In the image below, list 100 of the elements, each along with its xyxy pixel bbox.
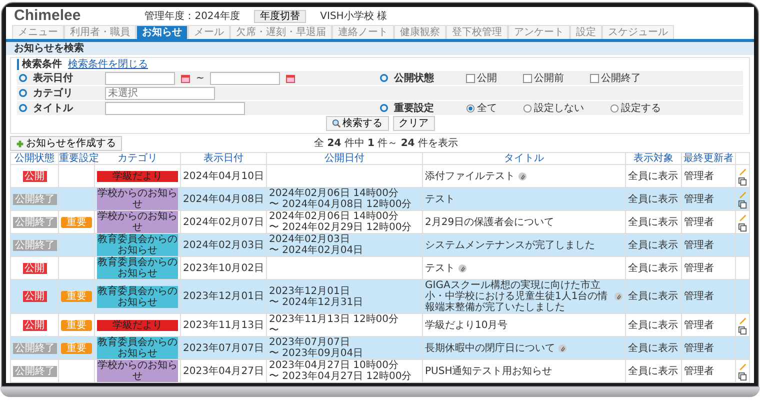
option-label: 設定しない <box>534 102 584 114</box>
year-switch-button[interactable]: 年度切替 <box>254 10 306 22</box>
nav-tab[interactable]: アンケート <box>508 25 570 39</box>
fiscal-year: 管理年度：2024年度 <box>144 10 240 22</box>
page-title: お知らせを検索 <box>6 42 754 55</box>
category-tag: 学校からのお知らせ <box>97 360 178 382</box>
category-tag: 教育委員会からのお知らせ <box>97 234 178 256</box>
notice-title: テスト <box>425 194 455 204</box>
updater: 管理者 <box>684 194 714 204</box>
status-badge: 公開 <box>22 291 46 302</box>
status-badge: 公開終了 <box>13 216 57 228</box>
field-label: 公開状態 <box>394 72 435 84</box>
target-audience: 全員に表示 <box>628 291 678 302</box>
nav-tab[interactable]: メール <box>188 25 230 39</box>
target-audience: 全員に表示 <box>628 170 678 182</box>
option-label: 設定する <box>621 102 661 114</box>
target-audience: 全員に表示 <box>628 342 678 354</box>
nav-tab[interactable]: 健康観察 <box>394 25 446 39</box>
collapse-link[interactable]: 検索条件を閉じる <box>68 59 148 70</box>
updater: 管理者 <box>684 342 714 354</box>
status-badge: 公開 <box>22 262 46 274</box>
target-audience: 全員に表示 <box>628 216 678 228</box>
status-badge: 公開終了 <box>13 366 57 376</box>
target-audience: 全員に表示 <box>628 262 678 274</box>
display-date: 2023年12月01日 <box>183 291 264 302</box>
publish-period: 2024年02月06日 14時00分 <box>269 211 400 222</box>
notice-title: GIGAスクール構想の実現に向けた市立小・中学校における児童生徒1人1台の情報端末整備が完了いたしました <box>425 280 609 313</box>
nav-tab[interactable]: 登下校管理 <box>446 25 508 39</box>
result-count: 全 24 件中 1 件～ 24 件を表示 <box>313 138 459 149</box>
range-separator: ~ <box>196 72 204 84</box>
target-audience: 全員に表示 <box>628 240 678 250</box>
field-label: 表示日付 <box>33 72 74 84</box>
publish-period: 2023年07月07日 <box>269 337 351 348</box>
nav-tab[interactable]: お知らせ <box>136 25 188 39</box>
publish-period: 2023年11月13日 12時00分 <box>269 314 400 325</box>
category-tag: 学校からのお知らせ <box>97 188 178 210</box>
field-label: タイトル <box>33 102 74 114</box>
publish-period: 〜 2024年02月04日 <box>269 245 364 256</box>
updater: 管理者 <box>684 320 714 330</box>
notice-title: 2月29日の保護者会について <box>425 216 554 228</box>
display-date: 2024年02月07日 <box>183 216 264 228</box>
logo: Chimelee <box>14 8 81 24</box>
display-date: 2023年04月27日 <box>183 366 264 376</box>
notice-title: PUSH通知テスト用お知らせ <box>425 366 552 376</box>
column-header[interactable]: 公開日付 <box>266 152 422 164</box>
clear-button[interactable]: クリア <box>392 116 434 131</box>
target-audience: 全員に表示 <box>628 194 678 204</box>
field-label: カテゴリ <box>33 88 74 98</box>
option-label: 全て <box>477 102 497 114</box>
publish-period: 〜 2024年12月31日 <box>269 296 364 308</box>
display-date: 2023年07月07日 <box>183 342 264 354</box>
option-label: 公開終了 <box>601 72 641 84</box>
category-tag: 教育委員会からのお知らせ <box>97 257 178 279</box>
importance-badge: 重要 <box>61 320 92 330</box>
status-badge: 公開終了 <box>13 194 57 204</box>
field-label: 重要設定 <box>394 102 435 114</box>
category-tag: 教育委員会からのお知らせ <box>97 286 178 308</box>
updater: 管理者 <box>684 262 714 274</box>
nav-tab[interactable]: 利用者・職員 <box>64 25 136 39</box>
display-date: 2024年04月08日 <box>183 194 264 204</box>
publish-period: 2024年02月03日 <box>269 234 351 245</box>
create-button[interactable]: お知らせを作成する <box>10 136 122 151</box>
notice-title: 添付ファイルテスト <box>425 170 515 182</box>
column-header[interactable]: 表示対象 <box>626 152 682 164</box>
publish-period: 2023年12月01日 <box>269 286 351 296</box>
category-tag: 学校からのお知らせ <box>97 211 178 233</box>
status-badge: 公開 <box>22 170 46 182</box>
updater: 管理者 <box>684 170 714 182</box>
status-badge: 公開 <box>22 320 46 330</box>
notice-title: 学級だより10月号 <box>425 320 508 330</box>
display-date: 2024年02月03日 <box>183 240 264 250</box>
nav-tab[interactable]: メニュー <box>12 25 64 39</box>
category-field[interactable]: 未選択 <box>105 86 215 100</box>
notice-title: 長期休暇中の閉庁日について <box>425 342 555 354</box>
target-audience: 全員に表示 <box>628 320 678 330</box>
column-header[interactable]: タイトル <box>422 152 626 164</box>
search-button[interactable]: 検索する <box>326 116 388 131</box>
updater: 管理者 <box>684 240 714 250</box>
status-badge: 公開終了 <box>13 240 57 250</box>
nav-tab[interactable]: 連絡ノート <box>332 25 394 39</box>
updater: 管理者 <box>684 291 714 302</box>
nav-tab[interactable]: スケジュール <box>602 25 674 39</box>
category-tag: 学級だより <box>97 320 178 330</box>
category-tag: 教育委員会からのお知らせ <box>97 337 178 359</box>
nav-tab[interactable]: 設定 <box>570 25 602 39</box>
school-name: VISH小学校 様 <box>320 10 387 22</box>
publish-period: 2023年04月27日 10時00分 <box>269 360 400 371</box>
column-header[interactable]: 表示日付 <box>180 152 266 164</box>
column-header[interactable]: 最終更新者 <box>682 152 736 164</box>
importance-badge: 重要 <box>61 342 92 354</box>
publish-period: 〜 2024年04月08日 12時00分 <box>269 199 413 210</box>
nav-tab[interactable]: 欠席・遅刻・早退届 <box>230 25 332 39</box>
column-header[interactable]: 公開状態 <box>10 152 58 164</box>
importance-badge: 重要 <box>61 216 92 228</box>
display-date: 2023年10月02日 <box>183 262 264 274</box>
notice-title: システムメンテナンスが完了しました <box>425 240 595 250</box>
publish-period: 〜 2024年02月29日 12時00分 <box>269 222 413 233</box>
publish-period: 〜 2023年04月27日 12時00分 <box>269 371 413 382</box>
notice-title: テスト <box>425 262 455 274</box>
importance-badge: 重要 <box>61 291 92 302</box>
